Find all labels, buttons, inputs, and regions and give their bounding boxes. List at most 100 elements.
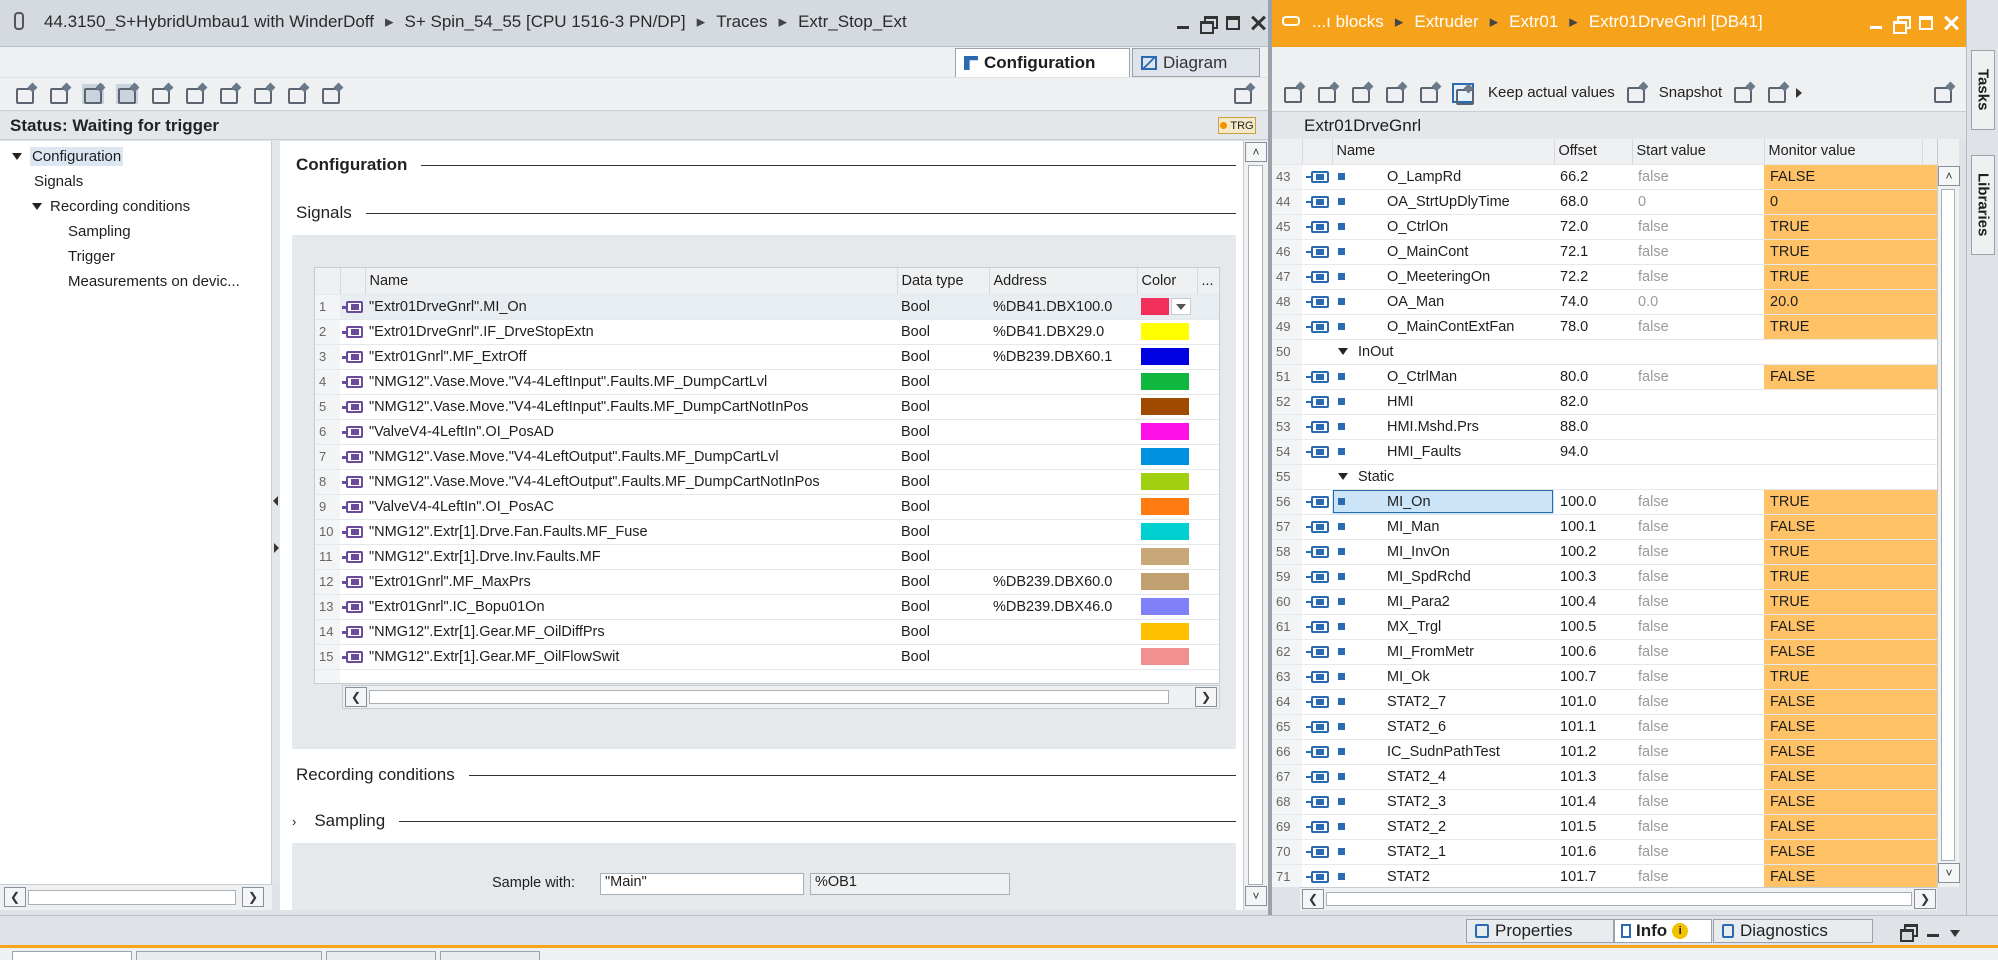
signal-name[interactable]: "NMG12".Extr[1].Gear.MF_OilFlowSwit — [365, 644, 897, 670]
variable-name-cell[interactable]: MI_Man — [1332, 514, 1554, 540]
start-value-cell[interactable]: false — [1632, 864, 1764, 887]
breadcrumb-item-1[interactable]: S+ Spin_54_55 [CPU 1516-3 PN/DP] — [405, 12, 686, 31]
start-value-cell[interactable] — [1632, 339, 1764, 365]
signal-name[interactable]: "NMG12".Extr[1].Gear.MF_OilDiffPrs — [365, 619, 897, 645]
table-row[interactable]: 66 IC_SudnPathTest 101.2 false FALSE — [1272, 739, 1937, 765]
breadcrumb-item-1[interactable]: Extruder — [1414, 12, 1478, 31]
editor-tab[interactable] — [136, 951, 322, 960]
empty-row[interactable] — [315, 669, 1219, 683]
table-row[interactable]: 5 "NMG12".Vase.Move."V4-4LeftInput".Fault… — [315, 394, 1219, 420]
variable-name-cell[interactable]: InOut — [1332, 339, 1554, 365]
signals-hscroll[interactable]: ❮ ❯ — [342, 685, 1220, 709]
config-vscroll[interactable]: ˄ ˅ — [1243, 141, 1268, 910]
table-row[interactable]: 65 STAT2_6 101.1 false FALSE — [1272, 714, 1937, 740]
breadcrumb-item-2[interactable]: Traces — [716, 12, 767, 31]
table-row[interactable]: 10 "NMG12".Extr[1].Drve.Fan.Faults.MF_Fus… — [315, 519, 1219, 545]
table-row[interactable]: 47 O_MeeteringOn 72.2 false TRUE — [1272, 264, 1937, 290]
table-row[interactable]: 2 "Extr01DrveGnrl".IF_DrveStopExtn Bool %DB… — [315, 319, 1219, 345]
scroll-left-button[interactable]: ❮ — [1302, 889, 1324, 909]
monitor-value-cell[interactable]: FALSE — [1764, 789, 1922, 815]
variable-name-cell[interactable]: O_CtrlMan — [1332, 364, 1554, 390]
variable-name-cell[interactable]: IC_SudnPathTest — [1332, 739, 1554, 765]
tree-item[interactable]: Sampling — [0, 220, 270, 243]
start-value-cell[interactable]: false — [1632, 789, 1764, 815]
start-value-cell[interactable]: false — [1632, 314, 1764, 340]
header-name[interactable]: Name — [365, 268, 898, 295]
tab-diagram[interactable]: Diagram — [1132, 48, 1260, 77]
scroll-right-button[interactable]: ❯ — [242, 887, 264, 907]
monitor-value-cell[interactable]: FALSE — [1764, 614, 1922, 640]
signal-color[interactable] — [1137, 519, 1197, 545]
variable-name-cell[interactable]: STAT2_3 — [1332, 789, 1554, 815]
signal-data-type[interactable]: Bool — [897, 644, 989, 670]
signal-color[interactable] — [1137, 419, 1197, 445]
list-view-icon[interactable] — [1418, 83, 1440, 103]
table-row[interactable]: 9 "ValveV4-4LeftIn".OI_PosAC Bool — [315, 494, 1219, 520]
scroll-up-button[interactable]: ˄ — [1938, 166, 1960, 186]
table-row[interactable]: 4 "NMG12".Vase.Move."V4-4LeftInput".Fault… — [315, 369, 1219, 395]
signal-data-type[interactable]: Bool — [897, 444, 989, 470]
signal-address[interactable] — [989, 644, 1137, 670]
header-offset[interactable]: Offset — [1554, 139, 1633, 165]
section-row[interactable]: 55 Static — [1272, 464, 1937, 490]
signal-name[interactable]: "NMG12".Vase.Move."V4-4LeftOutput".Fault… — [365, 444, 897, 470]
snapshot-icon[interactable] — [1625, 83, 1647, 103]
table-row[interactable]: 11 "NMG12".Extr[1].Drve.Inv.Faults.MF Bool — [315, 544, 1219, 570]
variable-name-cell[interactable]: STAT2_7 — [1332, 689, 1554, 715]
signal-address[interactable] — [989, 544, 1137, 570]
variable-name-cell[interactable]: MI_On — [1332, 489, 1554, 515]
signal-color[interactable] — [1137, 594, 1197, 620]
color-swatch[interactable] — [1141, 423, 1189, 440]
signal-color[interactable] — [1137, 294, 1197, 320]
scroll-thumb[interactable] — [1941, 189, 1955, 861]
table-row[interactable]: 48 OA_Man 74.0 0.0 20.0 — [1272, 289, 1937, 315]
start-value-cell[interactable]: false — [1632, 164, 1764, 190]
color-swatch[interactable] — [1141, 523, 1189, 540]
start-value-cell[interactable] — [1632, 439, 1764, 465]
tree-item[interactable]: Configuration — [0, 145, 270, 168]
toolbar-options-icon[interactable] — [1232, 84, 1254, 104]
table-row[interactable]: 53 HMI.Mshd.Prs 88.0 — [1272, 414, 1937, 440]
table-row[interactable]: 69 STAT2_2 101.5 false FALSE — [1272, 814, 1937, 840]
monitor-value-cell[interactable]: FALSE — [1764, 639, 1922, 665]
variable-name-cell[interactable]: MI_Para2 — [1332, 589, 1554, 615]
start-value-cell[interactable] — [1632, 464, 1764, 490]
side-tab-libraries[interactable]: Libraries — [1971, 155, 1995, 255]
signal-color[interactable] — [1137, 569, 1197, 595]
start-value-cell[interactable]: false — [1632, 839, 1764, 865]
start-value-cell[interactable]: 0.0 — [1632, 289, 1764, 315]
variable-name-cell[interactable]: HMI.Mshd.Prs — [1332, 414, 1554, 440]
start-value-cell[interactable]: false — [1632, 689, 1764, 715]
keep-actual-values-button[interactable]: Keep actual values — [1488, 84, 1615, 101]
table-row[interactable]: 62 MI_FromMetr 100.6 false FALSE — [1272, 639, 1937, 665]
header-name[interactable]: Name — [1332, 139, 1555, 165]
signal-color[interactable] — [1137, 619, 1197, 645]
monitor-value-cell[interactable]: FALSE — [1764, 689, 1922, 715]
empty-cell[interactable] — [989, 669, 1137, 683]
expand-right-icon[interactable] — [274, 543, 279, 553]
variable-name-cell[interactable]: STAT2 — [1332, 864, 1554, 887]
tab-diagnostics[interactable]: Diagnostics — [1713, 919, 1873, 943]
upload-trace-icon[interactable] — [48, 84, 70, 104]
header-start-value[interactable]: Start value — [1632, 139, 1765, 165]
empty-cell[interactable] — [365, 669, 897, 683]
monitor-value-cell[interactable]: 20.0 — [1764, 289, 1922, 315]
table-row[interactable]: 12 "Extr01Gnrl".MF_MaxPrs Bool %DB239.DBX60… — [315, 569, 1219, 595]
color-swatch[interactable] — [1141, 473, 1189, 490]
scroll-thumb[interactable] — [369, 690, 1169, 704]
install-trace-icon[interactable] — [14, 84, 36, 104]
header-color[interactable]: Color — [1137, 268, 1198, 295]
start-value-cell[interactable] — [1632, 389, 1764, 415]
repeat-icon[interactable] — [218, 84, 240, 104]
signal-name[interactable]: "NMG12".Vase.Move."V4-4LeftInput".Faults… — [365, 394, 897, 420]
tree-splitter[interactable] — [272, 141, 280, 884]
activate-recording-icon[interactable] — [150, 84, 172, 104]
signal-data-type[interactable]: Bool — [897, 594, 989, 620]
breadcrumb-item-0[interactable]: 44.3150_S+HybridUmbau1 with WinderDoff — [44, 12, 374, 31]
monitor-value-cell[interactable]: TRUE — [1764, 664, 1922, 690]
table-row[interactable]: 58 MI_InvOn 100.2 false TRUE — [1272, 539, 1937, 565]
table-row[interactable]: 61 MX_Trgl 100.5 false FALSE — [1272, 614, 1937, 640]
variable-name-cell[interactable]: STAT2_6 — [1332, 714, 1554, 740]
signal-color[interactable] — [1137, 494, 1197, 520]
signal-address[interactable] — [989, 369, 1137, 395]
